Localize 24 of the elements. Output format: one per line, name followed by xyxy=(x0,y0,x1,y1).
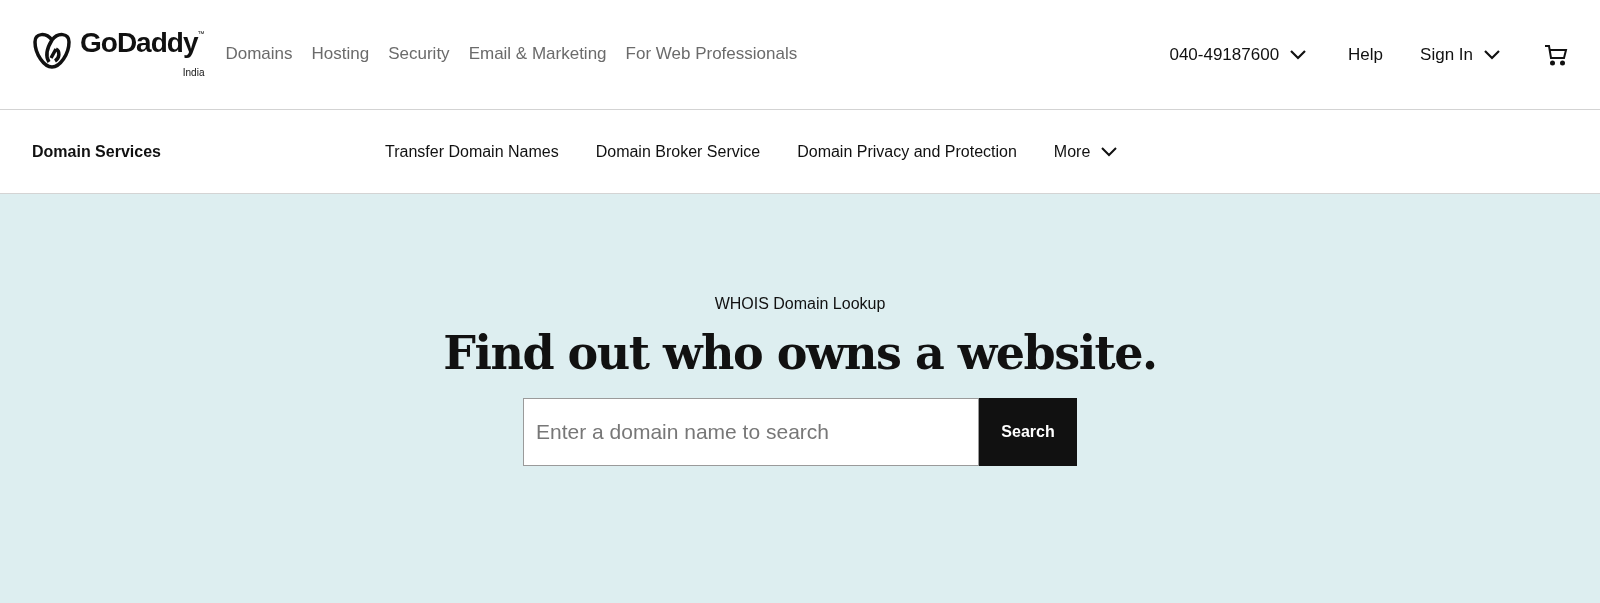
caret-icon xyxy=(1289,48,1308,61)
brand-name[interactable]: GoDaddy xyxy=(80,29,198,57)
nav-link[interactable]: Domains xyxy=(225,40,293,67)
search-button[interactable]: Search xyxy=(979,398,1077,466)
nav-link[interactable]: Email & Marketing xyxy=(468,40,607,67)
nav-link[interactable]: Hosting xyxy=(311,40,370,67)
sign-in-menu[interactable]: Sign In xyxy=(1420,41,1501,68)
more-menu[interactable]: More xyxy=(1053,139,1119,164)
nav-link[interactable]: Security xyxy=(388,40,450,67)
hero-heading: Find out who owns a website. xyxy=(443,330,1157,376)
caret-icon xyxy=(1100,145,1119,158)
eyebrow-label: WHOIS Domain Lookup xyxy=(714,294,886,314)
phone-menu[interactable]: 040-49187600 xyxy=(1169,41,1308,68)
domain-search-field[interactable]: Enter a domain name to search xyxy=(523,398,979,466)
subnav-link[interactable]: Domain Broker Service xyxy=(595,139,761,164)
region-label: India xyxy=(182,66,205,80)
subnav-link[interactable]: Domain Privacy and Protection xyxy=(797,139,1017,164)
help-link[interactable]: Help xyxy=(1348,41,1384,68)
section-title: Domain Services xyxy=(32,141,162,162)
subnav-link[interactable]: Transfer Domain Names xyxy=(385,139,559,164)
cart-icon[interactable] xyxy=(1544,42,1568,67)
nav-link[interactable]: For Web Professionals xyxy=(625,40,798,67)
heart-logo-icon[interactable] xyxy=(32,31,72,70)
caret-icon xyxy=(1483,48,1501,61)
